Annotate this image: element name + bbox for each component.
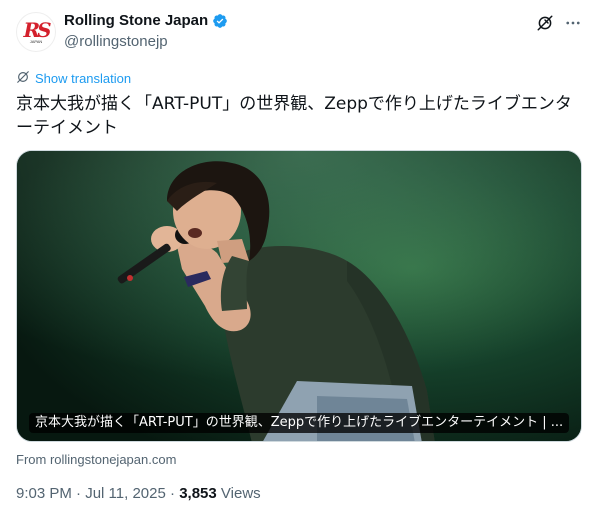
show-translation-link[interactable]: Show translation xyxy=(16,70,131,87)
author-display-name[interactable]: Rolling Stone Japan xyxy=(64,12,208,29)
link-card[interactable]: 京本大我が描く「ART-PUT」の世界観、Zeppで作り上げたライブエンターテイ… xyxy=(16,150,582,442)
show-translation-label[interactable]: Show translation xyxy=(35,71,131,86)
more-icon[interactable] xyxy=(562,12,584,34)
avatar[interactable]: RS JAPAN xyxy=(16,12,56,52)
verified-badge-icon xyxy=(212,13,228,29)
card-caption: 京本大我が描く「ART-PUT」の世界観、Zeppで作り上げたライブエンターテイ… xyxy=(29,413,570,433)
tweet-time[interactable]: 9:03 PM xyxy=(16,485,72,502)
meta-separator: · xyxy=(76,485,82,502)
author-name-row[interactable]: Rolling Stone Japan xyxy=(64,12,228,29)
author-handle[interactable]: @rollingstonejp xyxy=(64,33,168,50)
tweet-meta: 9:03 PM · Jul 11, 2025 · 3,853 Views xyxy=(16,485,261,502)
tweet-date[interactable]: Jul 11, 2025 xyxy=(85,485,166,502)
card-source-link[interactable]: From rollingstonejapan.com xyxy=(16,452,176,467)
tweet-container: RS JAPAN Rolling Stone Japan @rollingsto… xyxy=(0,0,598,512)
translate-icon xyxy=(16,70,30,87)
tweet-text: 京本大我が描く「ART-PUT」の世界観、Zeppで作り上げたライブエンターテイ… xyxy=(16,94,572,138)
avatar-sub-label: JAPAN xyxy=(29,39,43,44)
views-count[interactable]: 3,853 xyxy=(179,485,217,502)
grok-icon[interactable] xyxy=(534,12,556,34)
rolling-stone-logo: RS xyxy=(23,18,51,42)
meta-separator: · xyxy=(170,485,176,502)
views-label: Views xyxy=(220,485,261,502)
card-photo xyxy=(17,151,581,441)
